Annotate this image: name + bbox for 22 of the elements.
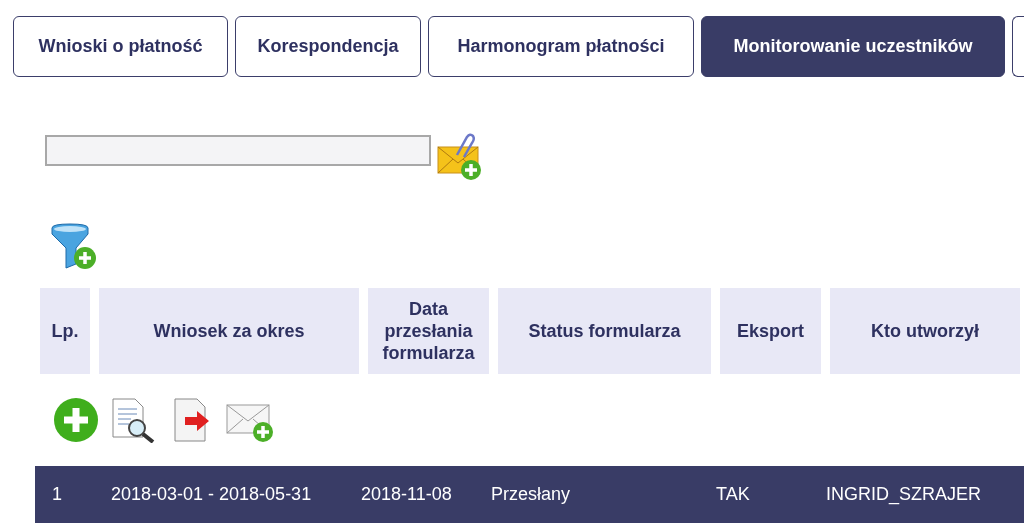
table-row[interactable]: 1 2018-03-01 - 2018-05-31 2018-11-08 Przesłany TAK INGRID_SZRAJER [35,466,1024,523]
table-cell-text: Przesłany [491,483,572,506]
column-header: Lp. [40,288,90,374]
input-field[interactable] [45,135,431,166]
mail-attach-add-icon[interactable] [437,133,483,181]
tab[interactable]: Korespondencja [235,16,421,77]
table-cell-text: INGRID_SZRAJER [825,483,983,507]
table-cell-text: 1 [51,483,63,506]
column-header: Wniosek za okres [99,288,359,374]
add-icon[interactable] [53,397,99,443]
table-cell-text: TAK [715,483,751,506]
column-header: Status formularza [498,288,711,374]
tab[interactable]: Wnioski o płatność [13,16,228,77]
column-header: Eksport [720,288,821,374]
column-header: Data przesłania formularza [368,288,489,374]
table-cell-text: 2018-11-08 [361,483,453,506]
column-header: Kto utworzył [830,288,1020,374]
tab[interactable]: Harmonogram płatności [428,16,694,77]
document-search-icon[interactable] [109,397,157,443]
filter-add-icon[interactable] [50,222,98,270]
table-cell-text: 2018-03-01 - 2018-05-31 [110,483,313,506]
tab[interactable]: Monitorowanie uczestników [701,16,1005,77]
